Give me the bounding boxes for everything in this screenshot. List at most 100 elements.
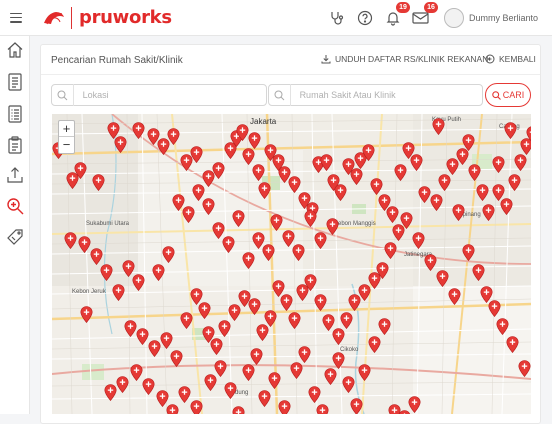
hospital-marker-pin[interactable]: [518, 360, 531, 377]
location-input[interactable]: [73, 85, 266, 105]
hospital-marker-pin[interactable]: [342, 376, 355, 393]
hospital-marker-pin[interactable]: [248, 298, 261, 315]
hospital-map[interactable]: + − Jakarta Kayu Putih Sukabumi Utara Ke…: [52, 114, 531, 414]
hospital-marker-pin[interactable]: [324, 368, 337, 385]
hospital-marker-pin[interactable]: [384, 242, 397, 259]
hospital-marker-pin[interactable]: [500, 198, 513, 215]
hospital-marker-pin[interactable]: [224, 382, 237, 399]
hospital-marker-pin[interactable]: [506, 336, 519, 353]
hospital-marker-pin[interactable]: [482, 204, 495, 221]
hospital-marker-pin[interactable]: [424, 254, 437, 271]
hamburger-menu-icon[interactable]: [10, 12, 22, 23]
hospital-marker-pin[interactable]: [298, 346, 311, 363]
hospital-marker-pin[interactable]: [80, 306, 93, 323]
hospital-marker-pin[interactable]: [350, 398, 363, 414]
hospital-marker-pin[interactable]: [250, 348, 263, 365]
hospital-marker-pin[interactable]: [202, 198, 215, 215]
stethoscope-icon[interactable]: [328, 9, 346, 27]
mail-icon[interactable]: 16: [412, 2, 438, 27]
hospital-marker-pin[interactable]: [218, 320, 231, 337]
hospital-marker-pin[interactable]: [362, 144, 375, 161]
hospital-marker-pin[interactable]: [258, 390, 271, 407]
sidebar-item-clipboard[interactable]: [5, 135, 25, 155]
hospital-marker-pin[interactable]: [92, 174, 105, 191]
hospital-marker-pin[interactable]: [358, 364, 371, 381]
hospital-marker-pin[interactable]: [232, 210, 245, 227]
sidebar-item-tag[interactable]: [5, 227, 25, 247]
hospital-marker-pin[interactable]: [112, 284, 125, 301]
user-name[interactable]: Dummy Berlianto: [469, 13, 538, 23]
hospital-marker-pin[interactable]: [288, 312, 301, 329]
sidebar-item-documents[interactable]: [5, 72, 25, 92]
help-icon[interactable]: [356, 9, 374, 27]
hospital-marker-pin[interactable]: [394, 164, 407, 181]
hospital-marker-pin[interactable]: [472, 264, 485, 281]
hospital-marker-pin[interactable]: [462, 244, 475, 261]
hospital-marker-pin[interactable]: [64, 232, 77, 249]
hospital-marker-pin[interactable]: [258, 182, 271, 199]
hospital-marker-pin[interactable]: [504, 122, 517, 139]
search-button[interactable]: CARI: [485, 83, 531, 107]
hospital-input[interactable]: [290, 85, 482, 105]
hospital-marker-pin[interactable]: [350, 168, 363, 185]
zoom-out-button[interactable]: −: [59, 137, 74, 153]
hospital-marker-pin[interactable]: [222, 236, 235, 253]
hospital-marker-pin[interactable]: [526, 126, 531, 143]
hospital-marker-pin[interactable]: [100, 264, 113, 281]
hospital-marker-pin[interactable]: [142, 378, 155, 395]
hospital-marker-pin[interactable]: [280, 294, 293, 311]
hospital-marker-pin[interactable]: [436, 270, 449, 287]
hospital-marker-pin[interactable]: [242, 252, 255, 269]
hospital-marker-pin[interactable]: [212, 162, 225, 179]
hospital-marker-pin[interactable]: [198, 302, 211, 319]
hospital-marker-pin[interactable]: [430, 194, 443, 211]
hospital-marker-pin[interactable]: [332, 352, 345, 369]
hospital-marker-pin[interactable]: [182, 206, 195, 223]
hospital-marker-pin[interactable]: [116, 376, 129, 393]
hospital-marker-pin[interactable]: [242, 364, 255, 381]
hospital-marker-pin[interactable]: [278, 400, 291, 414]
hospital-marker-pin[interactable]: [508, 174, 521, 191]
hospital-marker-pin[interactable]: [378, 318, 391, 335]
hospital-marker-pin[interactable]: [368, 336, 381, 353]
logo[interactable]: pruworks: [42, 6, 172, 29]
hospital-marker-pin[interactable]: [432, 118, 445, 135]
hospital-marker-pin[interactable]: [162, 246, 175, 263]
hospital-marker-pin[interactable]: [448, 288, 461, 305]
hospital-marker-pin[interactable]: [320, 154, 333, 171]
sidebar-item-upload[interactable]: [5, 165, 25, 185]
hospital-marker-pin[interactable]: [386, 206, 399, 223]
hospital-marker-pin[interactable]: [270, 214, 283, 231]
hospital-marker-pin[interactable]: [288, 176, 301, 193]
hospital-marker-pin[interactable]: [248, 132, 261, 149]
sidebar-item-search-hospital[interactable]: [5, 196, 25, 216]
hospital-marker-pin[interactable]: [340, 312, 353, 329]
hospital-marker-pin[interactable]: [292, 244, 305, 261]
hospital-marker-pin[interactable]: [268, 372, 281, 389]
hospital-marker-pin[interactable]: [408, 396, 421, 413]
hospital-marker-pin[interactable]: [438, 174, 451, 191]
hospital-marker-pin[interactable]: [304, 274, 317, 291]
hospital-marker-pin[interactable]: [326, 218, 339, 235]
hospital-marker-pin[interactable]: [152, 264, 165, 281]
hospital-marker-pin[interactable]: [190, 400, 203, 414]
hospital-marker-pin[interactable]: [476, 184, 489, 201]
sidebar-item-home[interactable]: [5, 40, 25, 60]
sidebar-item-list[interactable]: [5, 104, 25, 124]
hospital-marker-pin[interactable]: [290, 362, 303, 379]
hospital-marker-pin[interactable]: [308, 386, 321, 403]
avatar[interactable]: [443, 8, 464, 28]
hospital-marker-pin[interactable]: [514, 154, 527, 171]
hospital-marker-pin[interactable]: [167, 128, 180, 145]
hospital-marker-pin[interactable]: [262, 244, 275, 261]
hospital-marker-pin[interactable]: [160, 332, 173, 349]
hospital-marker-pin[interactable]: [242, 148, 255, 165]
hospital-marker-pin[interactable]: [412, 232, 425, 249]
hospital-marker-pin[interactable]: [332, 328, 345, 345]
hospital-marker-pin[interactable]: [114, 136, 127, 153]
zoom-in-button[interactable]: +: [59, 121, 74, 137]
hospital-marker-pin[interactable]: [166, 404, 179, 414]
hospital-marker-pin[interactable]: [170, 350, 183, 367]
hospital-marker-pin[interactable]: [400, 212, 413, 229]
hospital-marker-pin[interactable]: [252, 164, 265, 181]
